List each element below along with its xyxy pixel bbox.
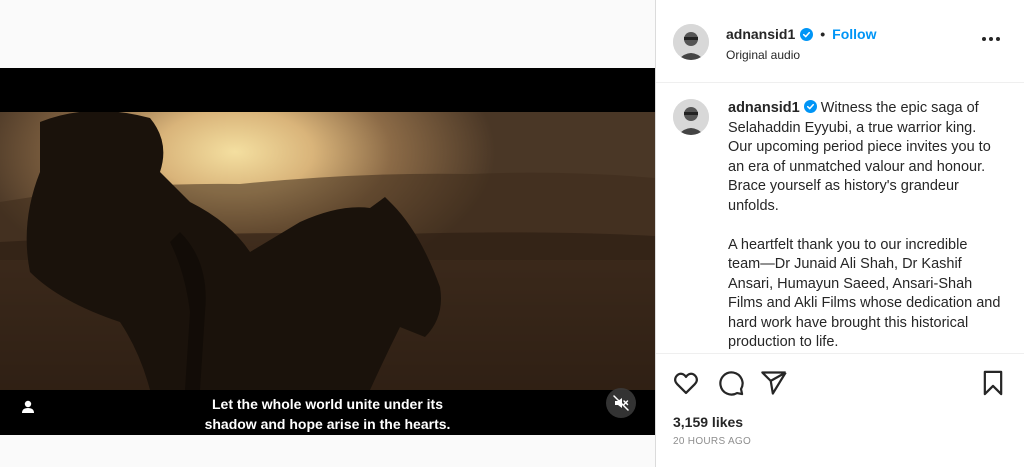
avatar[interactable]	[673, 24, 709, 60]
more-options-icon[interactable]	[980, 32, 1002, 46]
caption-paragraph-1: Witness the epic saga of Selahaddin Eyyu…	[728, 100, 991, 214]
caption-section: adnansid1 Witness the epic saga of Selaha…	[656, 83, 1024, 354]
mute-button[interactable]	[606, 388, 636, 418]
speaker-muted-icon	[613, 395, 629, 411]
action-bar	[656, 355, 1024, 415]
caption-username[interactable]: adnansid1	[728, 100, 800, 116]
separator-dot: •	[820, 26, 826, 42]
video-player[interactable]: Let the whole world unite under its shad…	[0, 68, 655, 435]
rider-silhouette	[0, 112, 655, 390]
post-header: adnansid1 • Follow Original audio	[656, 0, 1024, 83]
subtitle-line-1: Let the whole world unite under its	[211, 396, 443, 412]
original-audio-link[interactable]: Original audio	[726, 48, 800, 62]
comment-icon[interactable]	[717, 369, 745, 397]
avatar[interactable]	[673, 99, 709, 135]
likes-count[interactable]: 3,159 likes	[673, 414, 743, 430]
post-details-pane: adnansid1 • Follow Original audio adnans…	[655, 0, 1024, 467]
header-user-row: adnansid1 • Follow	[726, 26, 876, 42]
person-icon[interactable]	[18, 397, 38, 417]
bookmark-icon[interactable]	[979, 369, 1007, 397]
post-timestamp[interactable]: 20 HOURS AGO	[673, 436, 751, 447]
caption-text: adnansid1 Witness the epic saga of Selaha…	[728, 99, 1003, 353]
subtitle-line-2: shadow and hope arise in the hearts.	[204, 416, 451, 432]
media-pane: Let the whole world unite under its shad…	[0, 0, 655, 467]
caption-paragraph-2: A heartfelt thank you to our incredible …	[728, 236, 1001, 351]
share-icon[interactable]	[760, 369, 788, 397]
verified-badge-icon	[800, 27, 814, 41]
username-link[interactable]: adnansid1	[726, 26, 795, 42]
video-frame[interactable]	[0, 112, 655, 390]
video-subtitle: Let the whole world unite under its shad…	[0, 394, 655, 434]
verified-badge-icon	[803, 100, 817, 113]
heart-icon[interactable]	[672, 369, 700, 397]
follow-button[interactable]: Follow	[832, 26, 876, 42]
